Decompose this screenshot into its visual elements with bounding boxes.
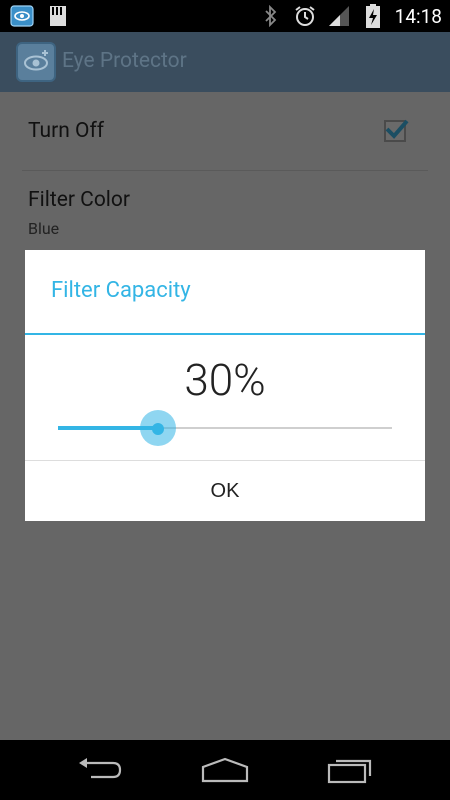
- status-time: 14:18: [394, 4, 442, 28]
- eye-icon[interactable]: [16, 42, 56, 82]
- filter-capacity-dialog: Filter Capacity 30% OK: [25, 250, 425, 521]
- home-icon[interactable]: [200, 754, 250, 786]
- recents-icon[interactable]: [325, 754, 375, 786]
- capacity-value: 30%: [184, 354, 266, 406]
- pref-turn-off-title[interactable]: Turn Off: [28, 119, 104, 143]
- ok-button[interactable]: OK: [25, 461, 425, 521]
- dialog-title-divider: [25, 333, 425, 335]
- app-title: Eye Protector: [62, 49, 187, 73]
- status-bar: 14:18: [0, 0, 450, 32]
- pref-filter-color-summary: Blue: [28, 219, 60, 238]
- back-icon[interactable]: [75, 754, 125, 786]
- pref-filter-color-title[interactable]: Filter Color: [28, 188, 130, 212]
- dialog-title: Filter Capacity: [51, 278, 191, 303]
- signal-icon: [327, 4, 351, 28]
- turn-off-checkbox[interactable]: [384, 119, 409, 142]
- bluetooth-icon: [259, 4, 283, 28]
- pref-divider: [22, 170, 428, 171]
- battery-charging-icon: [361, 4, 385, 28]
- eye-protector-notification-icon: [10, 4, 34, 28]
- sd-card-icon: [46, 4, 70, 28]
- navigation-bar: [0, 740, 450, 800]
- action-bar: Eye Protector: [0, 32, 450, 92]
- alarm-icon: [293, 4, 317, 28]
